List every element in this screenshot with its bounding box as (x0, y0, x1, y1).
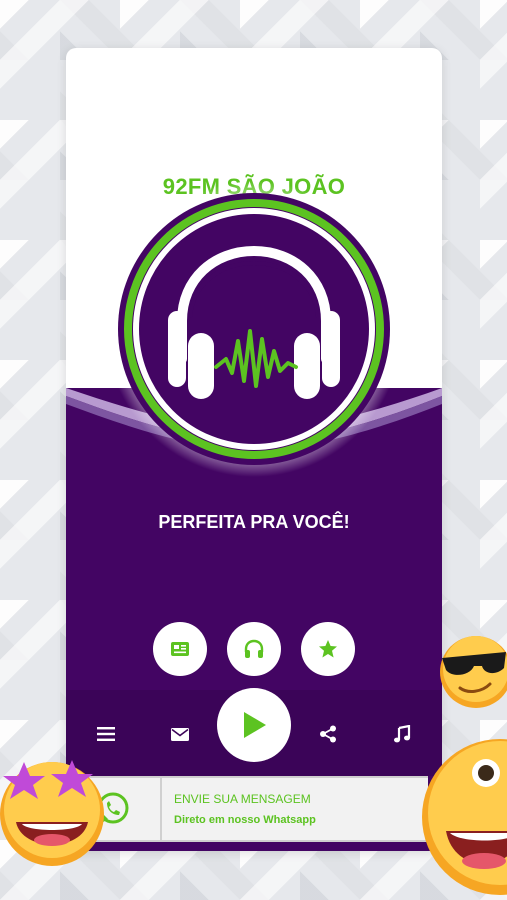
station-logo (106, 181, 402, 477)
news-icon (171, 642, 189, 656)
share-button[interactable] (312, 718, 344, 750)
menu-icon (97, 727, 115, 741)
menu-button[interactable] (90, 718, 122, 750)
sunglasses-emoji (440, 636, 507, 708)
music-button[interactable] (386, 718, 418, 750)
happy-emoji (422, 739, 507, 895)
headphones-button[interactable] (227, 622, 281, 676)
headphones-icon (244, 639, 264, 658)
star-eyes-emoji (0, 760, 104, 866)
whatsapp-banner[interactable]: ENVIE SUA MENSAGEM Direto em nosso Whats… (66, 776, 428, 842)
app-screen: 92FM SÃO JOÃO PERFEITA PRA VOCÊ! (66, 48, 442, 851)
music-note-icon (394, 725, 411, 743)
tagline: PERFEITA PRA VOCÊ! (158, 512, 350, 532)
bottom-bar (66, 688, 442, 776)
news-button[interactable] (153, 622, 207, 676)
mail-icon (171, 727, 189, 741)
share-icon (320, 725, 336, 743)
mail-button[interactable] (164, 718, 196, 750)
star-icon (319, 640, 337, 658)
favorite-button[interactable] (301, 622, 355, 676)
play-button[interactable] (217, 688, 291, 762)
play-icon (244, 712, 266, 738)
whatsapp-subtitle: Direto em nosso Whatsapp (174, 814, 316, 826)
whatsapp-title: ENVIE SUA MENSAGEM (174, 792, 311, 806)
